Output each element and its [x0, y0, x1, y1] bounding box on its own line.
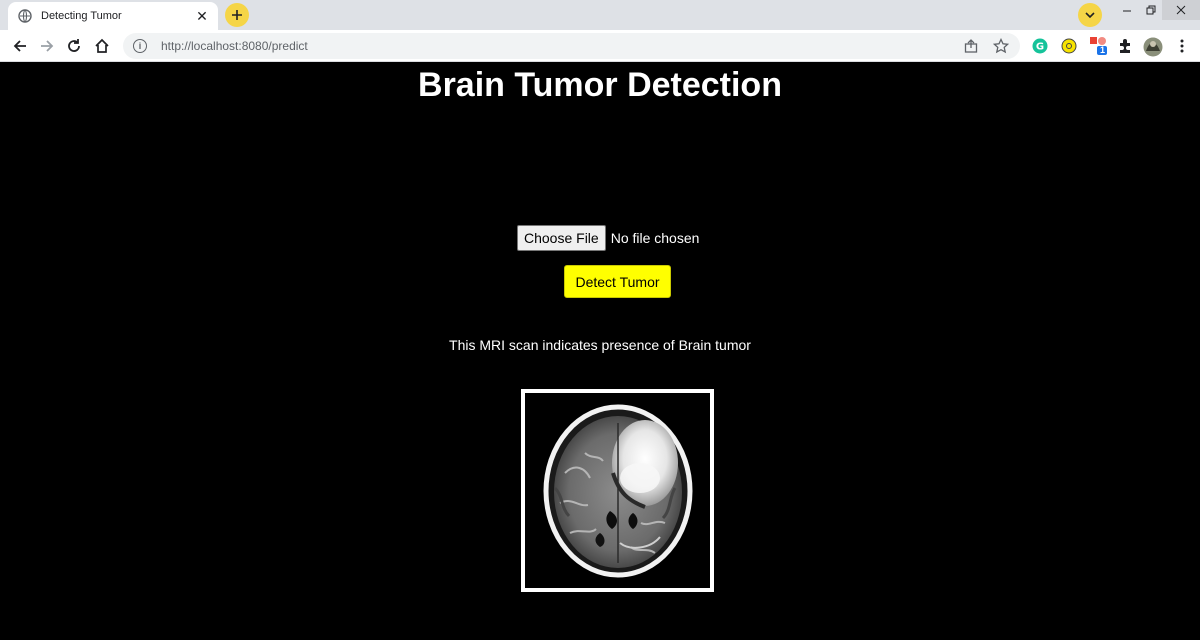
menu-kebab-icon[interactable]	[1173, 37, 1191, 55]
tab-search-button[interactable]	[1078, 3, 1102, 27]
shapes-extension-icon[interactable]: 1	[1089, 37, 1111, 55]
restore-icon	[1146, 5, 1155, 15]
close-icon	[1176, 5, 1186, 15]
profile-avatar[interactable]	[1142, 37, 1164, 57]
reload-button[interactable]	[62, 34, 86, 58]
home-icon	[95, 38, 109, 53]
grammarly-extension-icon[interactable]: G	[1031, 37, 1049, 55]
file-input[interactable]: Choose File No file chosen	[517, 225, 699, 251]
file-status-text: No file chosen	[610, 230, 700, 246]
home-button[interactable]	[90, 34, 114, 58]
new-tab-button[interactable]	[225, 3, 249, 27]
back-button[interactable]	[8, 34, 32, 58]
extension-badge: 1	[1100, 45, 1106, 55]
bookmark-star-icon[interactable]	[992, 37, 1010, 55]
page-title: Brain Tumor Detection	[418, 66, 782, 104]
yellow-extension-icon[interactable]	[1060, 37, 1078, 55]
brain-mri-picture	[543, 404, 693, 578]
tab-strip: Detecting Tumor ✕	[0, 0, 1200, 30]
puzzle-extensions-icon[interactable]	[1116, 37, 1134, 55]
close-window-button[interactable]	[1162, 0, 1200, 20]
svg-text:G: G	[1036, 42, 1044, 53]
address-url[interactable]: http://localhost:8080/predict	[161, 39, 950, 53]
page-content: Brain Tumor Detection Choose File No fil…	[0, 62, 1200, 640]
minimize-icon	[1122, 10, 1131, 12]
share-icon[interactable]	[962, 37, 980, 55]
browser-tab[interactable]: Detecting Tumor ✕	[8, 2, 218, 30]
info-icon[interactable]: i	[133, 39, 147, 53]
tab-title: Detecting Tumor	[41, 10, 122, 22]
address-bar[interactable]: i http://localhost:8080/predict	[123, 33, 1020, 59]
plus-icon	[232, 10, 242, 20]
choose-file-button[interactable]: Choose File	[517, 225, 606, 251]
arrow-right-icon	[41, 40, 54, 52]
globe-icon	[18, 9, 32, 23]
tab-close-icon[interactable]: ✕	[194, 8, 210, 24]
forward-button[interactable]	[35, 34, 59, 58]
result-message: This MRI scan indicates presence of Brai…	[449, 337, 751, 353]
chevron-down-icon	[1085, 12, 1095, 19]
arrow-left-icon	[13, 40, 26, 52]
reload-icon	[68, 39, 80, 52]
detect-tumor-button[interactable]: Detect Tumor	[564, 265, 671, 298]
browser-toolbar: i http://localhost:8080/predict G 1	[0, 30, 1200, 62]
mri-scan-image	[521, 389, 714, 592]
